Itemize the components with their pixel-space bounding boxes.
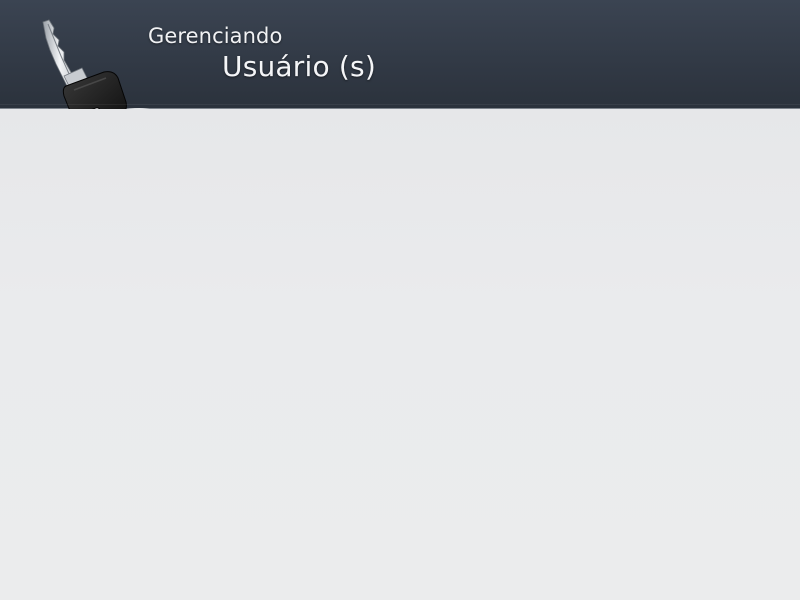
page-title-prefix: Gerenciando bbox=[148, 24, 283, 48]
page-title: Usuário (s) bbox=[222, 50, 376, 83]
page-header: Gerenciando Usuário (s) bbox=[0, 0, 800, 141]
main-content-area bbox=[0, 109, 800, 600]
